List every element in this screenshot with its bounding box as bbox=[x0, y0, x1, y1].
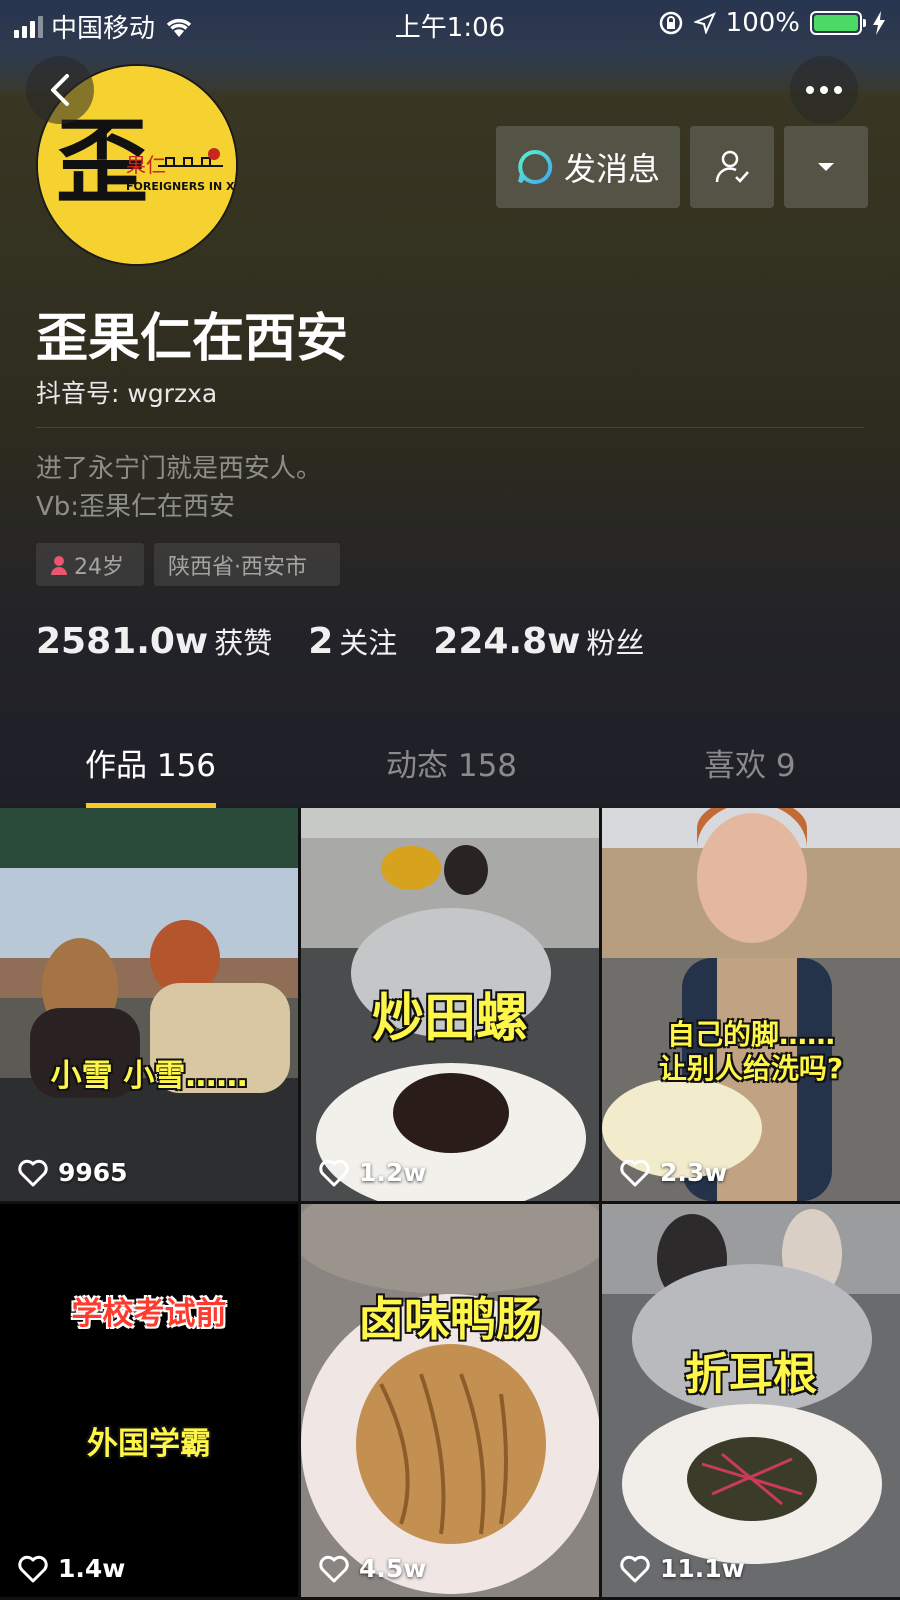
tab-works[interactable]: 作品 156 bbox=[85, 740, 216, 785]
age-tag: 24岁 bbox=[36, 543, 144, 586]
video-likes-count: 2.3w bbox=[660, 1158, 728, 1187]
profile-name: 歪果仁在西安 bbox=[36, 309, 349, 369]
location-arrow-icon bbox=[693, 12, 716, 34]
follow-user-icon bbox=[715, 150, 749, 183]
tab-moments[interactable]: 动态 158 bbox=[386, 740, 517, 785]
video-grid: 小雪 小雪…… 9965 炒田螺 1.2w 自己的脚…… 让别人给洗吗? 2.3… bbox=[0, 808, 900, 1600]
send-message-button[interactable]: 发消息 bbox=[496, 126, 680, 208]
following-count[interactable]: 2 bbox=[308, 621, 333, 662]
video-caption: 小雪 小雪…… bbox=[50, 1057, 249, 1095]
following-label[interactable]: 关注 bbox=[339, 620, 397, 662]
heart-icon bbox=[319, 1555, 349, 1582]
video-likes-count: 4.5w bbox=[359, 1554, 427, 1583]
heart-icon bbox=[620, 1555, 650, 1582]
more-button[interactable] bbox=[790, 56, 858, 124]
heart-icon bbox=[319, 1159, 349, 1186]
video-thumbnail[interactable]: 自己的脚…… 让别人给洗吗? 2.3w bbox=[602, 808, 900, 1201]
video-caption-line: 让别人给洗吗? bbox=[658, 1051, 844, 1086]
status-bar: 中国移动 上午1:06 100% bbox=[0, 0, 900, 46]
profile-bio: 进了永宁门就是西安人。 Vb:歪果仁在西安 bbox=[36, 450, 322, 526]
video-caption: 学校考试前 bbox=[71, 1295, 227, 1332]
video-caption: 自己的脚…… 让别人给洗吗? bbox=[602, 1017, 900, 1086]
video-likes: 1.2w bbox=[319, 1158, 426, 1187]
back-icon bbox=[51, 74, 69, 106]
video-likes-count: 1.2w bbox=[359, 1158, 427, 1187]
douyin-id[interactable]: 抖音号: wgrzxa bbox=[36, 374, 217, 410]
divider bbox=[36, 427, 864, 428]
video-caption-line: 自己的脚…… bbox=[666, 1017, 836, 1052]
video-likes-count: 9965 bbox=[58, 1158, 128, 1187]
followers-count[interactable]: 224.8w bbox=[433, 621, 580, 662]
video-caption: 卤味鸭肠 bbox=[357, 1291, 543, 1347]
gender-female-icon bbox=[51, 555, 67, 575]
status-right: 100% bbox=[658, 8, 886, 38]
content-tabs: 作品 156 动态 158 喜欢 9 bbox=[0, 720, 900, 808]
video-thumbnail-image bbox=[301, 1204, 599, 1597]
tab-likes[interactable]: 喜欢 9 bbox=[704, 740, 796, 785]
bio-line: 进了永宁门就是西安人。 bbox=[36, 454, 323, 484]
send-message-label: 发消息 bbox=[563, 150, 660, 188]
likes-label: 获赞 bbox=[214, 626, 273, 660]
follow-status-button[interactable] bbox=[690, 126, 774, 208]
video-thumbnail[interactable]: 卤味鸭肠 4.5w bbox=[301, 1204, 599, 1597]
video-likes: 9965 bbox=[18, 1158, 128, 1187]
video-thumbnail[interactable]: 折耳根 11.1w bbox=[602, 1204, 900, 1597]
video-likes: 11.1w bbox=[620, 1554, 745, 1583]
avatar-logo-sub: FOREIGNERS IN XI'AN bbox=[126, 180, 238, 193]
video-caption: 外国学霸 bbox=[86, 1425, 212, 1463]
video-thumbnail-image bbox=[602, 808, 900, 1201]
likes-count: 2581.0w bbox=[36, 621, 209, 662]
video-thumbnail-image bbox=[0, 808, 298, 1201]
recommend-dropdown-button[interactable] bbox=[784, 126, 868, 208]
video-thumbnail[interactable]: 炒田螺 1.2w bbox=[301, 808, 599, 1201]
heart-icon bbox=[620, 1159, 650, 1186]
battery-percent: 100% bbox=[725, 8, 800, 38]
video-likes: 2.3w bbox=[620, 1158, 727, 1187]
video-likes-count: 11.1w bbox=[660, 1554, 745, 1583]
message-bubble-icon bbox=[518, 149, 553, 184]
followers-label[interactable]: 粉丝 bbox=[586, 620, 644, 662]
video-likes-count: 1.4w bbox=[58, 1554, 126, 1583]
profile-stats: 2581.0w 获赞 2 关注 224.8w 粉丝 bbox=[36, 620, 680, 662]
video-caption: 炒田螺 bbox=[371, 988, 529, 1050]
back-button[interactable] bbox=[26, 56, 94, 124]
heart-icon bbox=[18, 1159, 48, 1186]
battery-icon bbox=[810, 11, 866, 35]
video-thumbnail[interactable]: 小雪 小雪…… 9965 bbox=[0, 808, 298, 1201]
video-likes: 4.5w bbox=[319, 1554, 426, 1583]
video-likes: 1.4w bbox=[18, 1554, 125, 1583]
heart-icon bbox=[18, 1555, 48, 1582]
video-caption: 折耳根 bbox=[684, 1348, 818, 1401]
lock-rotation-icon bbox=[659, 11, 682, 35]
more-icon bbox=[806, 86, 842, 94]
age-label: 24岁 bbox=[74, 554, 124, 580]
dropdown-icon bbox=[818, 163, 834, 171]
bio-line: Vb:歪果仁在西安 bbox=[36, 492, 236, 522]
video-thumbnail[interactable]: 学校考试前 外国学霸 1.4w bbox=[0, 1204, 298, 1597]
charging-icon bbox=[873, 11, 885, 35]
location-tag: 陕西省·西安市 bbox=[154, 543, 340, 586]
